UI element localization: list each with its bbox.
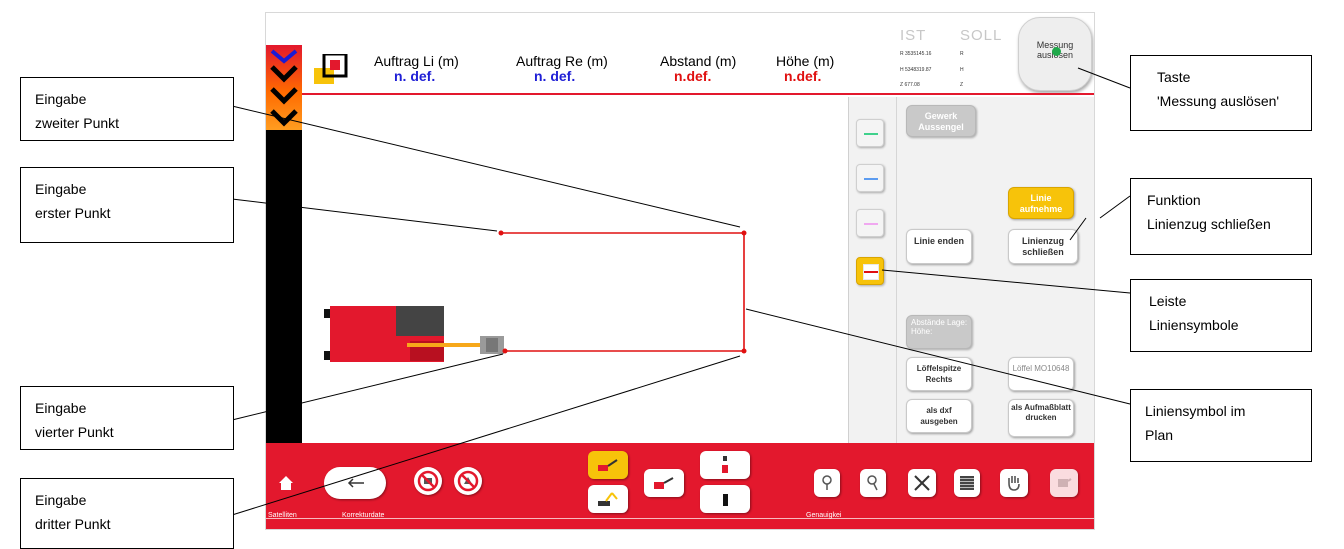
callout-liniensymbol-line2: Plan <box>1145 427 1174 443</box>
callout-erster-punkt: Eingabe erster Punkt <box>20 167 234 243</box>
callout-dritter-line2: dritter Punkt <box>35 516 111 532</box>
callout-funktion-linienzug: Funktion Linienzug schließen <box>1130 178 1312 255</box>
callout-erster-line2: erster Punkt <box>35 205 111 221</box>
plan-point-2 <box>741 230 747 236</box>
callout-taste-line2: 'Messung auslösen' <box>1157 93 1280 109</box>
plan-polyline <box>498 230 747 354</box>
callout-leader-lines <box>231 67 1131 516</box>
callout-funktion-line2: Linienzug schließen <box>1147 216 1271 232</box>
callout-zweiter-line1: Eingabe <box>35 91 87 107</box>
callout-leiste-liniensymbole: Leiste Liniensymbole <box>1130 279 1312 352</box>
callout-vierter-punkt: Eingabe vierter Punkt <box>20 386 234 450</box>
plan-point-4 <box>502 348 508 354</box>
callout-erster-line1: Eingabe <box>35 181 87 197</box>
callout-dritter-line1: Eingabe <box>35 492 87 508</box>
plan-point-3 <box>741 348 747 354</box>
callout-leiste-line2: Liniensymbole <box>1149 317 1239 333</box>
callout-dritter-punkt: Eingabe dritter Punkt <box>20 478 234 549</box>
callout-funktion-line1: Funktion <box>1147 192 1201 208</box>
callout-liniensymbol-line1: Liniensymbol im <box>1145 403 1246 419</box>
callout-vierter-line2: vierter Punkt <box>35 424 114 440</box>
callout-vierter-line1: Eingabe <box>35 400 87 416</box>
callout-zweiter-line2: zweiter Punkt <box>35 115 120 131</box>
callout-taste-messung: Taste 'Messung auslösen' <box>1130 55 1312 131</box>
callout-taste-line1: Taste <box>1157 69 1191 85</box>
callout-zweiter-punkt: Eingabe zweiter Punkt <box>20 77 234 141</box>
excavator-plan-icon <box>324 306 504 362</box>
callout-liniensymbol-plan: Liniensymbol im Plan <box>1130 389 1312 462</box>
callout-leiste-line1: Leiste <box>1149 293 1187 309</box>
plan-point-1 <box>498 230 504 236</box>
